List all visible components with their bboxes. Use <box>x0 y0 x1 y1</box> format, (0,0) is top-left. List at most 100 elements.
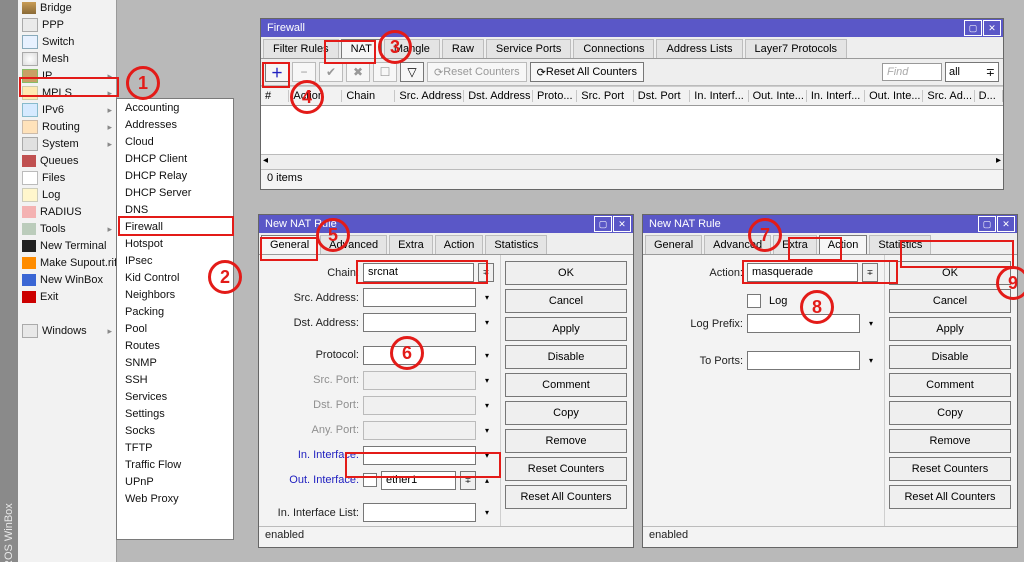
tab-extra[interactable]: Extra <box>773 235 817 254</box>
submenu-neighbors[interactable]: Neighbors <box>117 286 233 303</box>
reset-all-counters-button[interactable]: Reset All Counters <box>505 485 627 509</box>
col-dst-address[interactable]: Dst. Address <box>464 90 533 102</box>
window-minimize-button[interactable]: ▢ <box>978 216 996 232</box>
cancel-button[interactable]: Cancel <box>505 289 627 313</box>
menu-windows[interactable]: Windows▸ <box>18 323 116 340</box>
copy-button[interactable]: Copy <box>889 401 1011 425</box>
submenu-hotspot[interactable]: Hotspot <box>117 235 233 252</box>
menu-ipv6[interactable]: IPv6▸ <box>18 102 116 119</box>
menu-bridge[interactable]: Bridge <box>18 0 116 17</box>
col-out-inte[interactable]: Out. Inte... <box>749 90 807 102</box>
tab-service-ports[interactable]: Service Ports <box>486 39 571 58</box>
submenu-socks[interactable]: Socks <box>117 422 233 439</box>
tab-connections[interactable]: Connections <box>573 39 654 58</box>
submenu-pool[interactable]: Pool <box>117 320 233 337</box>
action-input[interactable]: masquerade <box>747 263 858 282</box>
chain-input[interactable]: srcnat <box>363 263 474 282</box>
disable-button[interactable]: Disable <box>505 345 627 369</box>
menu-new-terminal[interactable]: New Terminal <box>18 238 116 255</box>
window-close-button[interactable]: ✕ <box>983 20 1001 36</box>
ok-button[interactable]: OK <box>505 261 627 285</box>
reset-all-counters-button[interactable]: Reset All Counters <box>889 485 1011 509</box>
col-dst-port[interactable]: Dst. Port <box>634 90 691 102</box>
col-in-interf[interactable]: In. Interf... <box>690 90 748 102</box>
tab-layer7[interactable]: Layer7 Protocols <box>745 39 848 58</box>
menu-tools[interactable]: Tools▸ <box>18 221 116 238</box>
menu-routing[interactable]: Routing▸ <box>18 119 116 136</box>
tab-action[interactable]: Action <box>435 235 484 254</box>
reset-counters-button[interactable]: Reset Counters <box>505 457 627 481</box>
submenu-firewall[interactable]: Firewall <box>117 218 233 235</box>
submenu-tftp[interactable]: TFTP <box>117 439 233 456</box>
col-action[interactable]: Action <box>289 90 342 102</box>
disable-button[interactable]: Disable <box>889 345 1011 369</box>
submenu-ssh[interactable]: SSH <box>117 371 233 388</box>
submenu-routes[interactable]: Routes <box>117 337 233 354</box>
remove-button[interactable]: − <box>292 62 316 82</box>
remove-button[interactable]: Remove <box>889 429 1011 453</box>
submenu-web-proxy[interactable]: Web Proxy <box>117 490 233 507</box>
apply-button[interactable]: Apply <box>889 317 1011 341</box>
dst-address-input[interactable] <box>363 313 476 332</box>
menu-ip[interactable]: IP▸ <box>18 68 116 85</box>
col-num[interactable]: # <box>261 90 289 102</box>
ok-button[interactable]: OK <box>889 261 1011 285</box>
submenu-dhcp-client[interactable]: DHCP Client <box>117 150 233 167</box>
col-src-ad[interactable]: Src. Ad... <box>923 90 974 102</box>
submenu-kid-control[interactable]: Kid Control <box>117 269 233 286</box>
tab-action[interactable]: Action <box>819 235 868 254</box>
out-interface-dropdown-toggle[interactable]: ∓ <box>460 471 476 490</box>
menu-queues[interactable]: Queues <box>18 153 116 170</box>
tab-extra[interactable]: Extra <box>389 235 433 254</box>
remove-button[interactable]: Remove <box>505 429 627 453</box>
comment-button[interactable]: ☐ <box>373 62 397 82</box>
disable-button[interactable]: ✖ <box>346 62 370 82</box>
tab-filter-rules[interactable]: Filter Rules <box>263 39 339 58</box>
submenu-addresses[interactable]: Addresses <box>117 116 233 133</box>
window-close-button[interactable]: ✕ <box>613 216 631 232</box>
submenu-traffic-flow[interactable]: Traffic Flow <box>117 456 233 473</box>
src-address-input[interactable] <box>363 288 476 307</box>
filter-button[interactable]: ▽ <box>400 62 424 82</box>
submenu-dns[interactable]: DNS <box>117 201 233 218</box>
col-protocol[interactable]: Proto... <box>533 90 577 102</box>
menu-radius[interactable]: RADIUS <box>18 204 116 221</box>
apply-button[interactable]: Apply <box>505 317 627 341</box>
tab-advanced[interactable]: Advanced <box>704 235 771 254</box>
col-src-port[interactable]: Src. Port <box>577 90 634 102</box>
in-interface-input[interactable] <box>363 446 476 465</box>
menu-exit[interactable]: Exit <box>18 289 116 306</box>
menu-supout[interactable]: Make Supout.rif <box>18 255 116 272</box>
submenu-accounting[interactable]: Accounting <box>117 99 233 116</box>
submenu-snmp[interactable]: SNMP <box>117 354 233 371</box>
window-close-button[interactable]: ✕ <box>997 216 1015 232</box>
log-checkbox[interactable] <box>747 294 761 308</box>
menu-new-winbox[interactable]: New WinBox <box>18 272 116 289</box>
menu-switch[interactable]: Switch <box>18 34 116 51</box>
menu-files[interactable]: Files <box>18 170 116 187</box>
protocol-input[interactable] <box>363 346 476 365</box>
expand-icon[interactable]: ▾ <box>480 447 494 464</box>
submenu-settings[interactable]: Settings <box>117 405 233 422</box>
window-minimize-button[interactable]: ▢ <box>594 216 612 232</box>
out-interface-not-checkbox[interactable] <box>363 473 377 487</box>
grid-body[interactable] <box>261 106 1003 154</box>
submenu-dhcp-relay[interactable]: DHCP Relay <box>117 167 233 184</box>
tab-advanced[interactable]: Advanced <box>320 235 387 254</box>
copy-button[interactable]: Copy <box>505 401 627 425</box>
nat2-titlebar[interactable]: New NAT Rule ▢ ✕ <box>643 215 1017 233</box>
submenu-services[interactable]: Services <box>117 388 233 405</box>
menu-system[interactable]: System▸ <box>18 136 116 153</box>
action-dropdown-toggle[interactable]: ∓ <box>862 263 878 282</box>
submenu-cloud[interactable]: Cloud <box>117 133 233 150</box>
nat-rule-action-window[interactable]: New NAT Rule ▢ ✕ General Advanced Extra … <box>642 214 1018 548</box>
grid-hscroll[interactable]: ◂▸ <box>261 154 1003 169</box>
submenu-upnp[interactable]: UPnP <box>117 473 233 490</box>
col-out-inte2[interactable]: Out. Inte... <box>865 90 923 102</box>
tab-address-lists[interactable]: Address Lists <box>656 39 742 58</box>
reset-counters-button[interactable]: Reset Counters <box>889 457 1011 481</box>
firewall-titlebar[interactable]: Firewall ▢ ✕ <box>261 19 1003 37</box>
window-minimize-button[interactable]: ▢ <box>964 20 982 36</box>
expand-icon[interactable]: ▾ <box>480 289 494 306</box>
tab-mangle[interactable]: Mangle <box>384 39 440 58</box>
